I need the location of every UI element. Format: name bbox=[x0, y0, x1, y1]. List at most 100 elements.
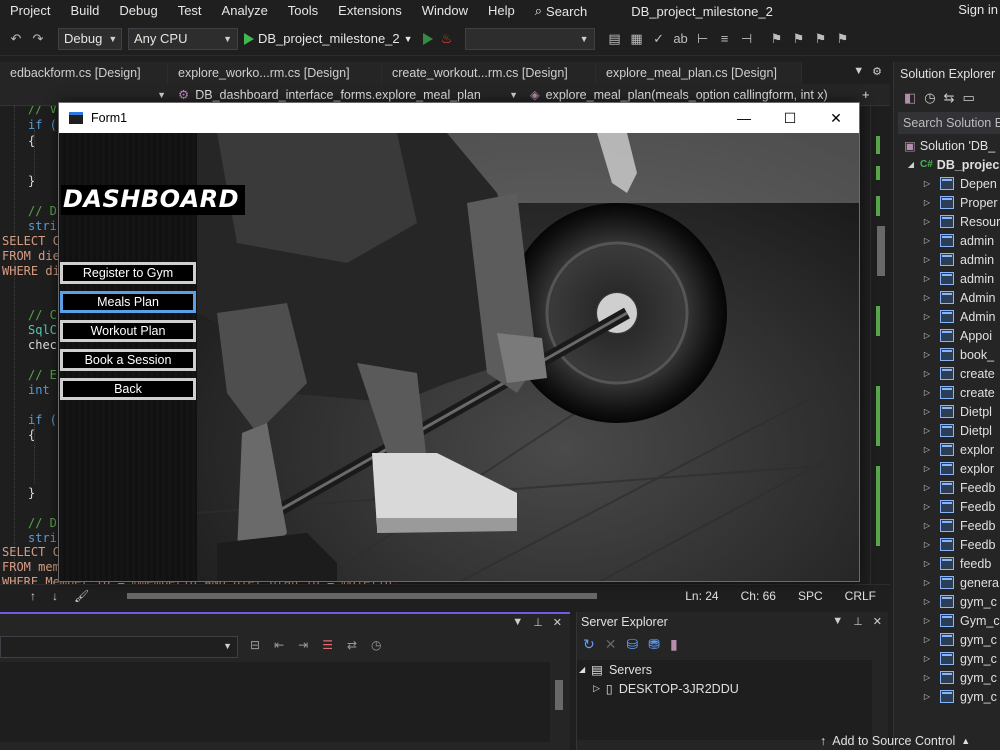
editor-vertical-scrollbar[interactable] bbox=[870, 106, 890, 584]
solution-item[interactable]: ▷ create bbox=[894, 364, 995, 383]
solution-item[interactable]: ▷ book_ bbox=[894, 345, 994, 364]
arrow-down-icon[interactable]: ↓ bbox=[52, 589, 58, 603]
solution-item[interactable]: ▷ genera bbox=[894, 573, 999, 592]
platform-select[interactable]: Any CPU ▼ bbox=[128, 27, 238, 50]
solution-item[interactable]: ▷ explor bbox=[894, 459, 994, 478]
solution-item[interactable]: ▷ gym_c bbox=[894, 630, 997, 649]
undo-icon[interactable]: ↶ bbox=[8, 31, 24, 47]
tab-list-dropdown-icon[interactable]: ▼ bbox=[853, 65, 864, 78]
output-source-select[interactable]: ▼ bbox=[0, 636, 238, 658]
configuration-select[interactable]: Debug ▼ bbox=[58, 27, 122, 50]
brush-icon[interactable]: 🖌 bbox=[74, 589, 89, 603]
solution-item[interactable]: ▷ Appoi bbox=[894, 326, 992, 345]
solution-item[interactable]: ▷ Gym_c bbox=[894, 611, 1000, 630]
solution-item[interactable]: ▷ Admin bbox=[894, 288, 996, 307]
prev-message-icon[interactable]: ⇤ bbox=[274, 638, 284, 652]
bookmark-clear-icon[interactable]: ⚑ bbox=[835, 31, 851, 47]
solution-item[interactable]: ▷ Admin bbox=[894, 307, 996, 326]
layout-icon[interactable]: ▦ bbox=[629, 31, 645, 47]
scroll-thumb[interactable] bbox=[877, 226, 885, 276]
register-to-gym-button[interactable]: Register to Gym bbox=[60, 262, 196, 284]
workout-plan-button[interactable]: Workout Plan bbox=[60, 320, 196, 342]
maximize-button[interactable]: ☐ bbox=[767, 103, 813, 133]
sign-in-link[interactable]: Sign in bbox=[958, 2, 998, 17]
tree-node-server[interactable]: ▷ ▯ DESKTOP-3JR2DDU bbox=[593, 681, 739, 697]
solution-item[interactable]: ▷ Dietpl bbox=[894, 421, 992, 440]
solution-item[interactable]: ▷ gym_c bbox=[894, 592, 997, 611]
chevron-down-icon[interactable]: ▼ bbox=[832, 615, 843, 628]
form-title-bar[interactable]: Form1 — ☐ ✕ bbox=[59, 103, 859, 133]
tab-feedbackform-design[interactable]: edbackform.cs [Design] bbox=[0, 62, 168, 84]
align-right-icon[interactable]: ⊣ bbox=[739, 31, 755, 47]
solution-item[interactable]: ▷ admin bbox=[894, 231, 994, 250]
menu-test[interactable]: Test bbox=[168, 3, 212, 19]
menu-analyze[interactable]: Analyze bbox=[212, 3, 278, 19]
add-to-source-control-button[interactable]: Add to Source Control bbox=[832, 734, 955, 748]
pin-icon[interactable]: ⊥ bbox=[533, 616, 543, 629]
solution-item[interactable]: ▷ Depen bbox=[894, 174, 997, 193]
solution-item[interactable]: ▷ Feedb bbox=[894, 497, 996, 516]
column-number[interactable]: Ch: 66 bbox=[741, 589, 776, 603]
menu-project[interactable]: Project bbox=[0, 3, 60, 19]
server-explorer-scrollbar[interactable] bbox=[872, 660, 888, 740]
pin-icon[interactable]: ⊥ bbox=[853, 615, 863, 628]
chevron-down-icon[interactable]: ▼ bbox=[512, 616, 523, 629]
gear-icon[interactable]: ⚙ bbox=[872, 65, 882, 78]
next-message-icon[interactable]: ⇥ bbox=[298, 638, 308, 652]
start-debugging-button[interactable]: DB_project_milestone_2 ▼ bbox=[244, 31, 413, 46]
close-icon[interactable]: ✕ bbox=[873, 615, 882, 628]
align-icon[interactable]: ⊢ bbox=[695, 31, 711, 47]
collapse-icon[interactable]: ▭ bbox=[963, 90, 975, 106]
tree-node-servers[interactable]: ◢ ▤ Servers bbox=[579, 662, 652, 678]
close-icon[interactable]: ✕ bbox=[553, 616, 562, 629]
start-without-debugging-icon[interactable] bbox=[422, 32, 433, 45]
solution-item[interactable]: ▷ explor bbox=[894, 440, 994, 459]
azure-icon[interactable]: ▮ bbox=[670, 636, 678, 653]
tab-explore-meal-plan-design[interactable]: explore_meal_plan.cs [Design] bbox=[596, 62, 802, 84]
folder-icon[interactable]: ▤ bbox=[607, 31, 623, 47]
spell-check-icon[interactable]: ab bbox=[673, 31, 689, 47]
line-number[interactable]: Ln: 24 bbox=[685, 589, 718, 603]
indent-mode[interactable]: SPC bbox=[798, 589, 823, 603]
scroll-thumb[interactable] bbox=[127, 592, 598, 599]
bookmark-icon[interactable]: ⚑ bbox=[769, 31, 785, 47]
solution-item[interactable]: ▷ admin bbox=[894, 250, 994, 269]
clear-all-icon[interactable]: ☰ bbox=[322, 638, 333, 652]
solution-item[interactable]: ▷ gym_c bbox=[894, 687, 997, 706]
menu-extensions[interactable]: Extensions bbox=[328, 3, 412, 19]
menu-window[interactable]: Window bbox=[412, 3, 478, 19]
output-content[interactable] bbox=[0, 662, 550, 742]
connect-server-icon[interactable]: ⛃ bbox=[648, 636, 660, 653]
solution-item[interactable]: ▷ Feedb bbox=[894, 478, 996, 497]
solution-item[interactable]: ▷ Feedb bbox=[894, 535, 996, 554]
line-ending[interactable]: CRLF bbox=[845, 589, 876, 603]
editor-horizontal-scrollbar[interactable] bbox=[117, 591, 637, 601]
output-scrollbar[interactable] bbox=[550, 662, 568, 742]
menu-debug[interactable]: Debug bbox=[109, 3, 167, 19]
menu-help[interactable]: Help bbox=[478, 3, 525, 19]
stop-icon[interactable]: ✕ bbox=[605, 636, 617, 653]
meals-plan-button[interactable]: Meals Plan bbox=[60, 291, 196, 313]
solution-item[interactable]: ▷ feedb bbox=[894, 554, 991, 573]
scroll-thumb[interactable] bbox=[555, 680, 563, 710]
book-session-button[interactable]: Book a Session bbox=[60, 349, 196, 371]
tab-create-workout-design[interactable]: create_workout...rm.cs [Design] bbox=[382, 62, 596, 84]
align-center-icon[interactable]: ≡ bbox=[717, 31, 733, 47]
check-icon[interactable]: ✓ bbox=[651, 31, 667, 47]
history-icon[interactable]: ◷ bbox=[924, 90, 935, 106]
sync-icon[interactable]: ⇆ bbox=[944, 90, 955, 106]
back-button[interactable]: Back bbox=[60, 378, 196, 400]
clock-icon[interactable]: ◷ bbox=[371, 638, 381, 652]
solution-search-input[interactable]: Search Solution Ex bbox=[898, 112, 1000, 134]
solution-item[interactable]: ▷ Feedb bbox=[894, 516, 996, 535]
solution-item[interactable]: ▷ admin bbox=[894, 269, 994, 288]
menu-search-box[interactable]: ⌕ Search bbox=[535, 3, 587, 19]
solution-node[interactable]: ▣ Solution 'DB_ bbox=[894, 136, 995, 155]
solution-item[interactable]: ▷ gym_c bbox=[894, 668, 997, 687]
refresh-icon[interactable]: ↻ bbox=[583, 636, 595, 653]
solution-item[interactable]: ▷ gym_c bbox=[894, 649, 997, 668]
hot-reload-icon[interactable]: ♨ bbox=[439, 31, 455, 47]
menu-tools[interactable]: Tools bbox=[278, 3, 328, 19]
menu-build[interactable]: Build bbox=[60, 3, 109, 19]
debug-target-select[interactable]: ▼ bbox=[464, 27, 595, 50]
